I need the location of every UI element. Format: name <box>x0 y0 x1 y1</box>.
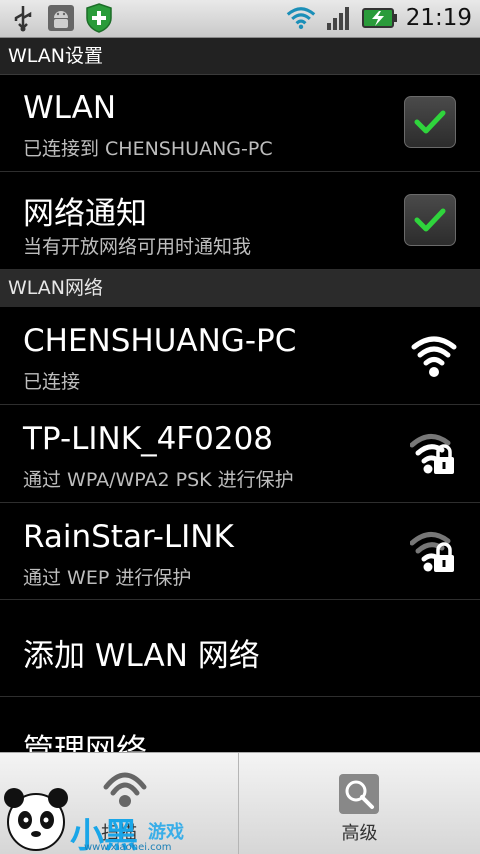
network-ssid: TP-LINK_4F0208 <box>23 421 274 457</box>
setting-summary: 当有开放网络可用时通知我 <box>23 236 252 258</box>
setting-title: 网络通知 <box>23 196 147 232</box>
section-header-networks: WLAN网络 <box>0 270 480 307</box>
add-network-row[interactable]: 添加 WLAN 网络 <box>0 600 480 697</box>
advanced-label: 高级 <box>341 823 378 844</box>
network-status: 通过 WEP 进行保护 <box>23 567 192 589</box>
wifi-locked-icon <box>409 429 458 477</box>
network-row[interactable]: RainStar-LINK 通过 WEP 进行保护 <box>0 503 480 600</box>
setting-row-network-notify[interactable]: 网络通知 当有开放网络可用时通知我 <box>0 172 480 270</box>
status-bar: 21:19 <box>0 0 480 38</box>
battery-charging-icon <box>361 3 398 33</box>
setting-summary: 已连接到 CHENSHUANG-PC <box>23 138 273 160</box>
advanced-button[interactable]: 高级 <box>240 753 479 854</box>
wifi-strength-icon <box>410 331 458 379</box>
manage-networks-row[interactable]: 管理网络 <box>0 697 480 769</box>
watermark-url: www.xiaohei.com <box>84 842 172 853</box>
network-status: 通过 WPA/WPA2 PSK 进行保护 <box>23 469 294 491</box>
network-row[interactable]: CHENSHUANG-PC 已连接 <box>0 307 480 405</box>
network-ssid: RainStar-LINK <box>23 519 234 555</box>
panda-mascot-icon <box>4 788 68 851</box>
checkmark-icon <box>414 110 446 134</box>
wlan-checkbox[interactable] <box>404 96 456 148</box>
network-notify-checkbox[interactable] <box>404 194 456 246</box>
advanced-settings-icon <box>339 774 379 814</box>
network-row[interactable]: TP-LINK_4F0208 通过 WPA/WPA2 PSK 进行保护 <box>0 405 480 503</box>
setting-title: WLAN <box>23 90 117 126</box>
scan-icon <box>103 772 147 807</box>
wifi-signal-icon <box>286 3 316 33</box>
add-network-label: 添加 WLAN 网络 <box>23 638 260 674</box>
cell-signal-icon <box>324 3 354 33</box>
network-ssid: CHENSHUANG-PC <box>23 323 297 359</box>
clock: 21:19 <box>405 5 472 31</box>
checkmark-icon <box>414 208 446 232</box>
usb-icon <box>8 3 38 33</box>
watermark-logo-sub: 游戏 <box>148 822 184 843</box>
shield-plus-icon <box>84 3 114 33</box>
page-title: WLAN设置 <box>0 38 480 75</box>
android-debug-icon <box>46 3 76 33</box>
wifi-locked-icon <box>409 527 458 575</box>
network-status: 已连接 <box>23 371 81 393</box>
setting-row-wlan[interactable]: WLAN 已连接到 CHENSHUANG-PC <box>0 76 480 172</box>
